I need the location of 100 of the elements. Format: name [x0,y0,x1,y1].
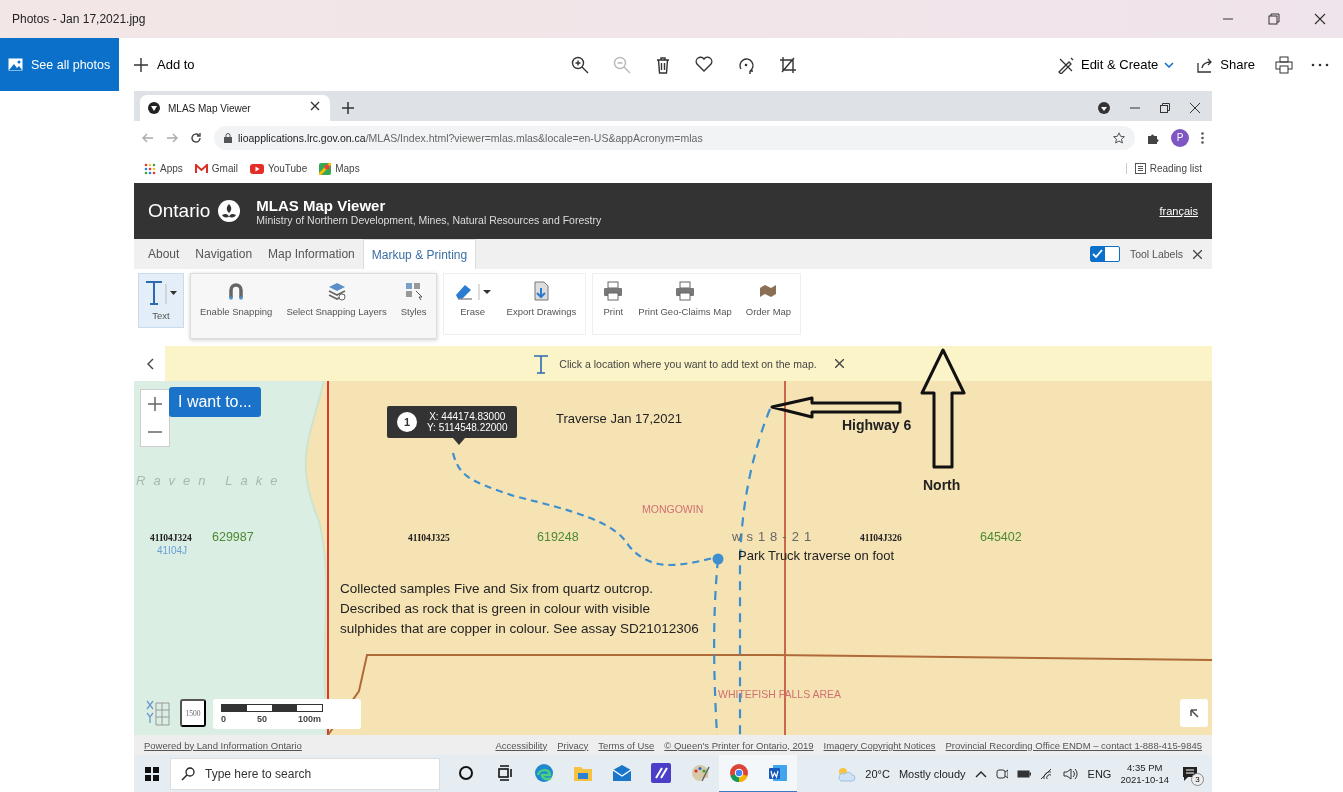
circle-icon[interactable] [457,765,474,781]
map-annotation: Highway 6 [842,417,912,433]
restore-icon[interactable] [1160,103,1170,113]
chevron-left-icon[interactable] [145,357,154,370]
search-field[interactable]: Type here to search [170,758,440,790]
check-icon [1090,247,1105,261]
wave-icon[interactable] [533,763,554,783]
tab[interactable]: Map Information [260,239,363,269]
shield-logo-icon [148,102,160,114]
text-tool-button[interactable]: Text [138,273,184,329]
bookmark[interactable]: Apps [144,162,183,175]
close-icon[interactable] [1190,103,1200,113]
bookmark[interactable]: Gmail [194,163,238,174]
tool-button[interactable]: Erase [447,274,498,334]
tool-button[interactable]: Order Map [740,274,797,334]
wifi-icon[interactable] [1039,768,1054,780]
clock-time[interactable]: 4:35 PM [1127,761,1163,774]
tab-title: MLAS Map Viewer [168,102,252,114]
grid-icon [144,162,156,175]
battery-icon[interactable] [1016,769,1031,779]
plus-icon [133,56,149,73]
wheel-icon[interactable] [728,763,749,783]
task-view-icon[interactable] [496,765,513,781]
clock-date[interactable]: 2021-10-14 [1120,774,1169,787]
tab[interactable]: About [140,239,188,269]
browser-tab[interactable]: MLAS Map Viewer [140,95,330,121]
tool-button[interactable]: Export Drawings [501,274,582,334]
map-pin-icon [319,162,332,175]
share-button[interactable]: Share [1192,52,1259,77]
chevron-up-icon[interactable] [974,770,987,778]
restore-icon[interactable] [1266,11,1282,27]
close-icon[interactable] [834,359,844,368]
claim-label: 41I04J325 [408,533,450,543]
tool-button[interactable]: Styles [395,274,432,338]
i-want-to-button[interactable]: I want to... [169,387,261,417]
map-annotation: Traverse Jan 17,2021 [556,411,682,426]
reload-icon[interactable] [190,131,202,144]
scale-label: 50 [257,714,267,724]
close-icon[interactable] [310,100,320,111]
bookmark[interactable]: YouTube [249,163,308,174]
chevron-icon [1164,61,1175,68]
weather-text: Mostly cloudy [898,768,966,780]
address-bar[interactable]: lioapplications.lrc.gov.on.ca/MLAS/Index.html?viewer=mlas.mlas&locale=en-US&appAcronym=mlas [214,125,1135,150]
footer-link[interactable]: Provincial Recording Office ENDM – contact 1-888-415-9845 [945,739,1202,751]
close-icon[interactable] [1312,11,1328,27]
toggle-checkbox[interactable] [1089,246,1120,262]
more-icon[interactable] [1311,62,1329,67]
tool-button[interactable]: Select Snapping Layers [281,274,392,338]
printer-icon[interactable] [1275,55,1293,74]
cell-number: 629987 [212,530,254,544]
footer-link[interactable]: Powered by Land Information Ontario [144,739,302,751]
pen-icon[interactable] [650,763,671,783]
palette-icon[interactable] [689,763,710,783]
tool-button[interactable]: Print [597,274,630,334]
reading-list-button[interactable]: Reading list [1125,163,1202,174]
language-link[interactable]: français [1159,205,1198,217]
close-icon[interactable] [1193,249,1202,259]
footer-link[interactable]: Accessibility [495,739,548,751]
tool-button[interactable]: Print Geo-Claims Map [633,274,737,334]
tool-button[interactable]: Enable Snapping [195,274,278,338]
app-title: MLAS Map Viewer [256,196,387,214]
document-w-icon[interactable] [767,763,788,783]
bookmark[interactable]: Maps [319,162,360,175]
trash-icon[interactable] [654,55,671,74]
picture-icon [8,58,23,71]
speaker-icon[interactable] [1062,768,1079,780]
brand-wordmark: Ontario [148,200,211,222]
footer-link[interactable]: © Queen's Printer for Ontario, 2019 [664,739,814,751]
claim-label: 41I04J326 [860,533,902,543]
folder-icon[interactable] [572,764,593,782]
tab[interactable]: Markup & Printing [362,239,477,269]
rotate-icon[interactable] [736,55,755,74]
map-annotation: Collected samples Five and Six from quartz outcrop. Described as rock that is green in colour with visible sulphides that are copper in colour. See assay SD21012306 [340,580,700,638]
caret-circle-icon[interactable] [1098,102,1110,114]
cell-number: 619248 [537,530,579,544]
profile-avatar[interactable]: P [1171,128,1189,147]
add-to-button[interactable]: Add to [129,52,199,77]
tab[interactable]: Navigation [187,239,261,269]
star-icon[interactable] [1113,131,1125,144]
app-subtitle: Ministry of Northern Development, Mines, Natural Resources and Forestry [256,213,602,226]
see-all-photos-button[interactable]: See all photos [0,38,119,91]
zoom-in-icon[interactable] [570,55,589,74]
footer-link[interactable]: Privacy [557,739,589,751]
camera-icon[interactable] [995,767,1008,781]
edit-create-button[interactable]: Edit & Create [1052,51,1179,78]
cell-number: 645402 [980,530,1022,544]
envelope-icon[interactable] [611,764,632,782]
overview-button[interactable] [1180,699,1208,727]
footer-link[interactable]: Imagery Copyright Notices [823,739,936,751]
heart-icon[interactable] [694,55,713,72]
text-t-caret-icon [144,280,178,306]
tool-labels-label: Tool Labels [1129,248,1183,260]
hint-text: Click a location where you want to add text on the map. [559,357,817,370]
crop-icon[interactable] [778,55,797,74]
language-indicator[interactable]: ENG [1087,768,1112,780]
plus-icon[interactable] [342,102,354,114]
kebab-menu-icon[interactable] [1201,131,1204,144]
footer-link[interactable]: Terms of Use [598,739,655,751]
search-icon [181,767,195,781]
windows-logo-icon[interactable] [145,767,159,781]
